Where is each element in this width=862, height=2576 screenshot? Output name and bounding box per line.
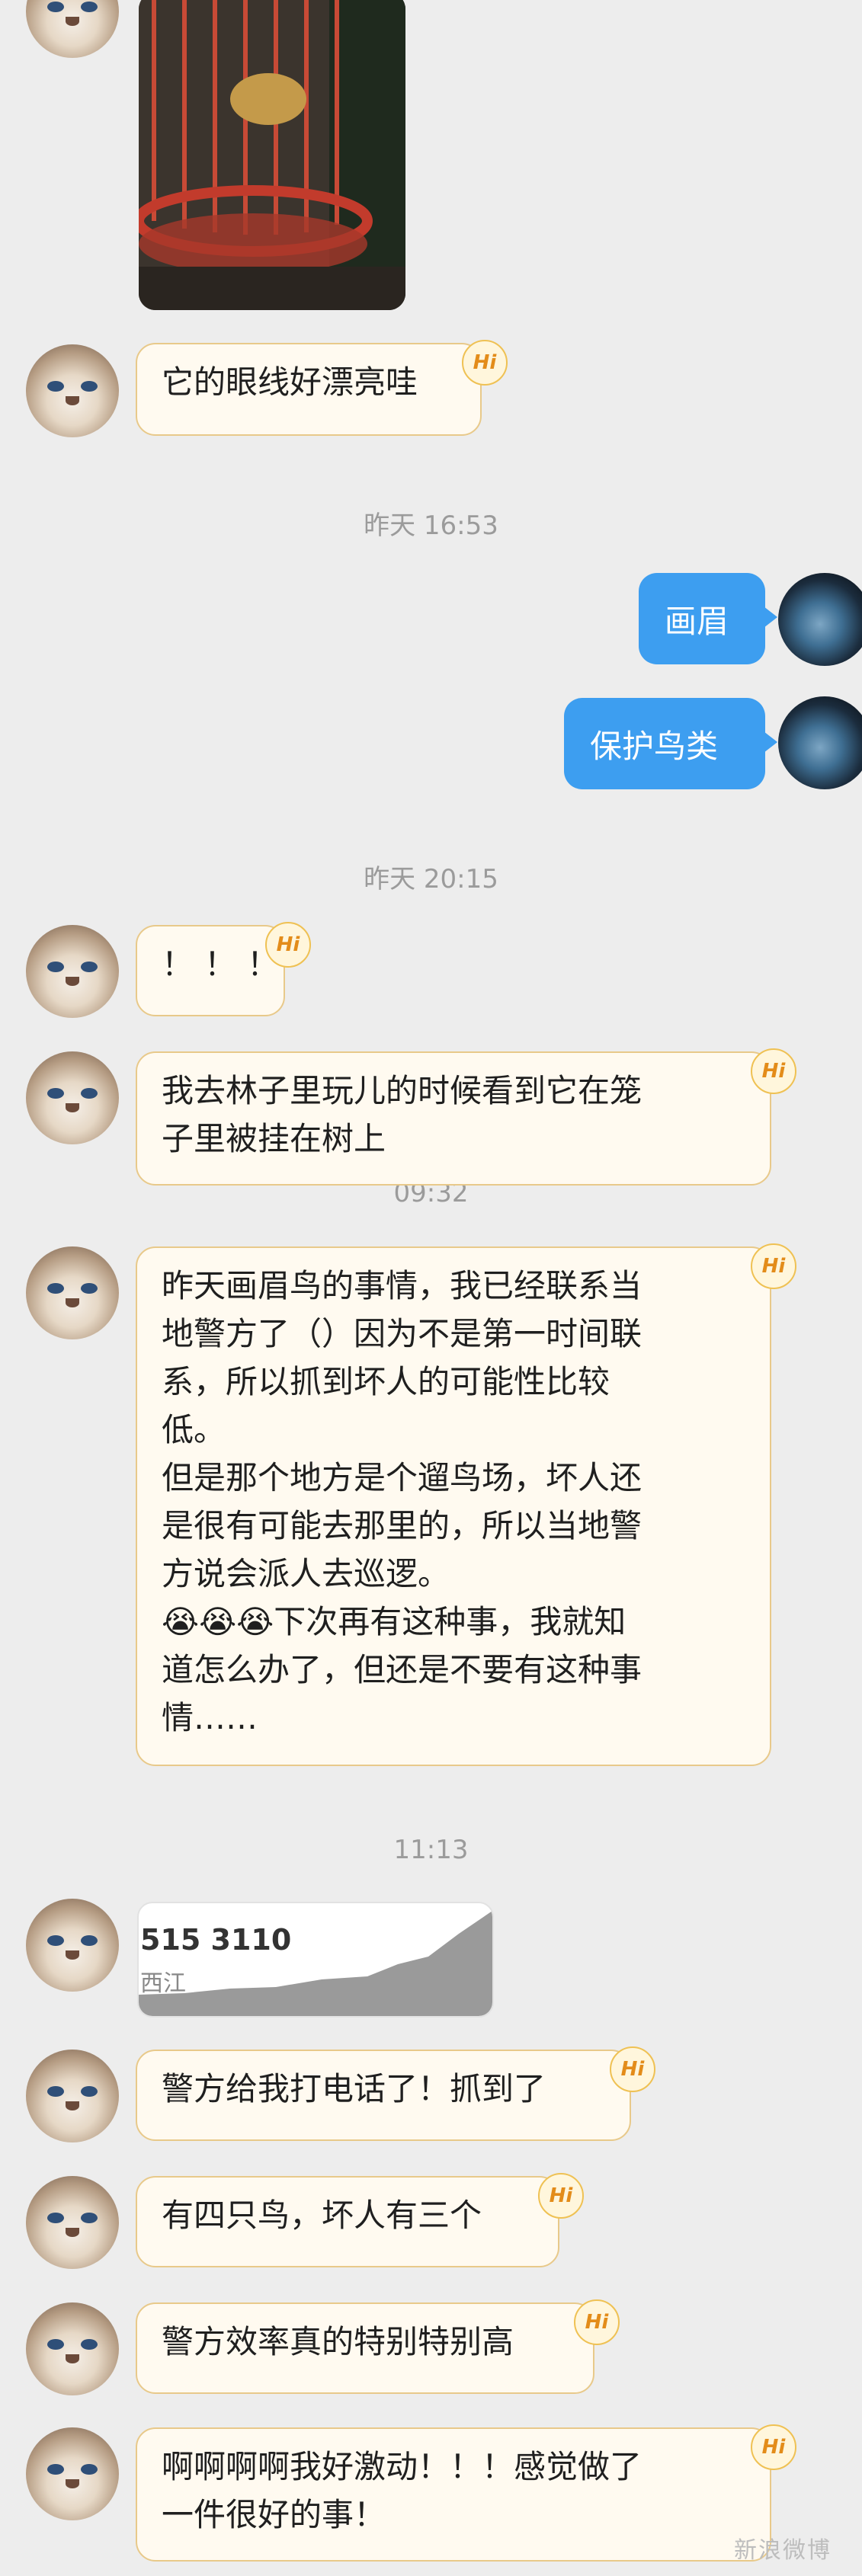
waveform-graphic xyxy=(139,1911,492,2016)
hi-badge-icon: Hi xyxy=(751,1243,796,1289)
message-bubble[interactable]: 它的眼线好漂亮哇 xyxy=(136,343,482,436)
timestamp: 11:13 xyxy=(393,1835,469,1865)
contact-avatar[interactable] xyxy=(26,1051,119,1144)
message-bubble[interactable]: 警方给我打电话了！抓到了 xyxy=(136,2050,631,2141)
message-bubble[interactable]: 啊啊啊啊我好激动！！！感觉做了 一件很好的事！ xyxy=(136,2427,771,2562)
sent-message-bubble[interactable]: 保护鸟类 xyxy=(564,698,777,789)
hi-badge-icon: Hi xyxy=(610,2046,655,2092)
contact-avatar[interactable] xyxy=(26,1899,119,1992)
my-avatar[interactable] xyxy=(778,573,862,666)
message-bubble[interactable]: ！！！ xyxy=(136,925,285,1016)
contact-avatar[interactable] xyxy=(26,2302,119,2395)
contact-avatar[interactable] xyxy=(26,2050,119,2142)
contact-avatar[interactable] xyxy=(26,344,119,437)
contact-avatar[interactable] xyxy=(26,0,119,58)
message-bubble[interactable]: 有四只鸟，坏人有三个 xyxy=(136,2176,559,2267)
call-record-card[interactable]: 515 3110 西江 xyxy=(137,1902,494,2018)
contact-avatar[interactable] xyxy=(26,2427,119,2520)
hi-badge-icon: Hi xyxy=(574,2299,620,2345)
hi-badge-icon: Hi xyxy=(751,2424,796,2470)
hi-badge-icon: Hi xyxy=(751,1048,796,1094)
message-bubble[interactable]: 警方效率真的特别特别高 xyxy=(136,2302,594,2394)
message-bubble[interactable]: 昨天画眉鸟的事情，我已经联系当 地警方了（）因为不是第一时间联 系，所以抓到坏人… xyxy=(136,1246,771,1766)
my-avatar[interactable] xyxy=(778,696,862,789)
hi-badge-icon: Hi xyxy=(265,922,311,968)
timestamp: 昨天 20:15 xyxy=(364,864,498,894)
message-bubble[interactable]: 我去林子里玩儿的时候看到它在笼 子里被挂在树上 xyxy=(136,1051,771,1186)
contact-avatar[interactable] xyxy=(26,925,119,1018)
sent-message-bubble[interactable]: 画眉 xyxy=(639,573,777,664)
contact-avatar[interactable] xyxy=(26,1246,119,1339)
watermark: 新浪微博 xyxy=(734,2537,832,2564)
contact-avatar[interactable] xyxy=(26,2176,119,2269)
birdcage-illustration xyxy=(139,0,405,310)
hi-badge-icon: Hi xyxy=(462,340,508,386)
timestamp: 昨天 16:53 xyxy=(364,510,498,541)
hi-badge-icon: Hi xyxy=(538,2173,584,2219)
birdcage-photo[interactable] xyxy=(139,0,405,310)
